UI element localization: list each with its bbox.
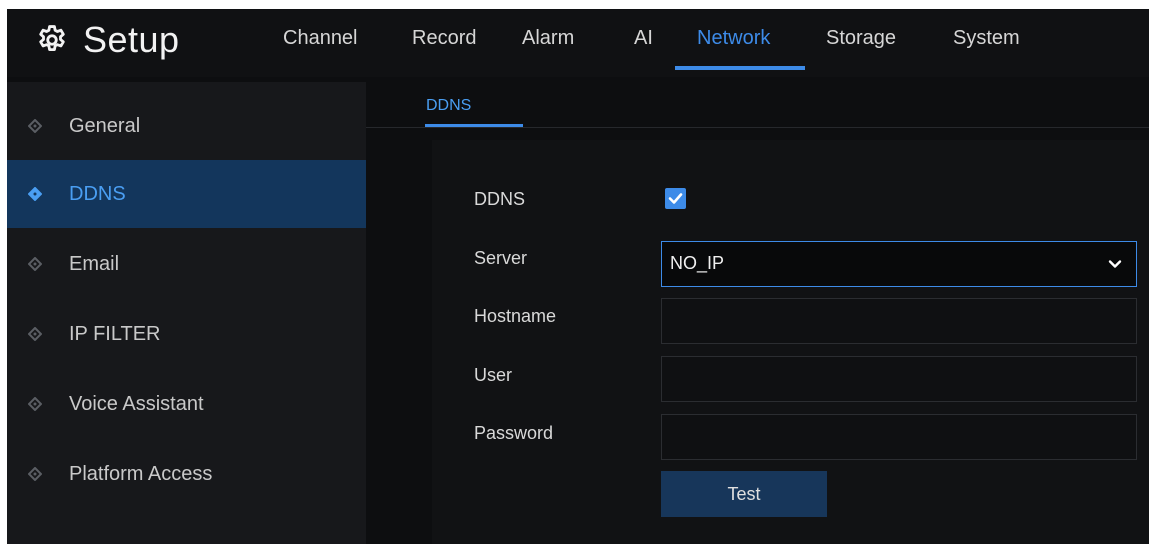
diamond-bullet-icon xyxy=(28,187,42,201)
diamond-bullet-icon xyxy=(28,467,42,481)
ddns-label: DDNS xyxy=(474,189,526,209)
password-field[interactable] xyxy=(661,414,1137,460)
title-group: Setup xyxy=(35,19,180,61)
server-value: NO_IP xyxy=(670,253,725,273)
hostname-field[interactable] xyxy=(661,298,1137,344)
checkmark-icon xyxy=(668,193,683,204)
tab-storage[interactable]: Storage xyxy=(826,27,896,50)
tab-ai[interactable]: AI xyxy=(634,27,653,50)
user-label: User xyxy=(474,365,513,385)
password-label: Password xyxy=(474,423,554,443)
page-title: Setup xyxy=(83,19,180,60)
ddns-form: DDNS Server NO_IP Hostname User Password… xyxy=(432,140,1149,544)
tab-alarm[interactable]: Alarm xyxy=(522,27,574,50)
setup-window: Setup Channel Record Alarm AI Network St… xyxy=(7,9,1149,544)
test-button[interactable]: Test xyxy=(661,471,827,517)
tab-network[interactable]: Network xyxy=(697,27,770,50)
diamond-bullet-icon xyxy=(28,257,42,271)
sidebar: General DDNS Email IP FILTER Voice Assis… xyxy=(7,82,366,544)
diamond-bullet-icon xyxy=(28,119,42,133)
subtab-ddns[interactable]: DDNS xyxy=(426,97,471,115)
ddns-enable-checkbox[interactable] xyxy=(665,188,686,209)
sidebar-item-label: Voice Assistant xyxy=(69,392,204,415)
top-strip xyxy=(0,0,1149,9)
hostname-label: Hostname xyxy=(474,306,557,326)
diamond-bullet-icon xyxy=(28,397,42,411)
server-label: Server xyxy=(474,248,528,268)
tab-channel[interactable]: Channel xyxy=(283,27,358,50)
chevron-down-icon xyxy=(1108,260,1122,268)
sidebar-item-ip-filter[interactable]: IP FILTER xyxy=(7,300,366,368)
sidebar-item-platform-access[interactable]: Platform Access xyxy=(7,440,366,508)
active-tab-indicator xyxy=(675,66,805,70)
sidebar-item-general[interactable]: General xyxy=(7,92,366,160)
sidebar-item-label: IP FILTER xyxy=(69,322,161,345)
gear-icon xyxy=(39,25,65,52)
sidebar-item-label: DDNS xyxy=(69,182,126,205)
server-select[interactable]: NO_IP xyxy=(661,241,1137,287)
diamond-bullet-icon xyxy=(28,327,42,341)
sidebar-item-label: General xyxy=(69,114,141,137)
sidebar-item-email[interactable]: Email xyxy=(7,230,366,298)
sidebar-item-label: Platform Access xyxy=(69,462,213,485)
header-bar: Setup Channel Record Alarm AI Network St… xyxy=(7,9,1149,77)
active-subtab-indicator xyxy=(425,124,523,127)
content-area: DDNS DDNS Server NO_IP Hostname User Pas… xyxy=(366,82,1149,544)
user-field[interactable] xyxy=(661,356,1137,402)
sidebar-item-voice-assistant[interactable]: Voice Assistant xyxy=(7,370,366,438)
sidebar-item-label: Email xyxy=(69,252,120,275)
tab-record[interactable]: Record xyxy=(412,27,476,50)
sidebar-item-ddns[interactable]: DDNS xyxy=(7,160,366,228)
tab-system[interactable]: System xyxy=(953,27,1020,50)
subtab-bar: DDNS xyxy=(366,82,1149,128)
